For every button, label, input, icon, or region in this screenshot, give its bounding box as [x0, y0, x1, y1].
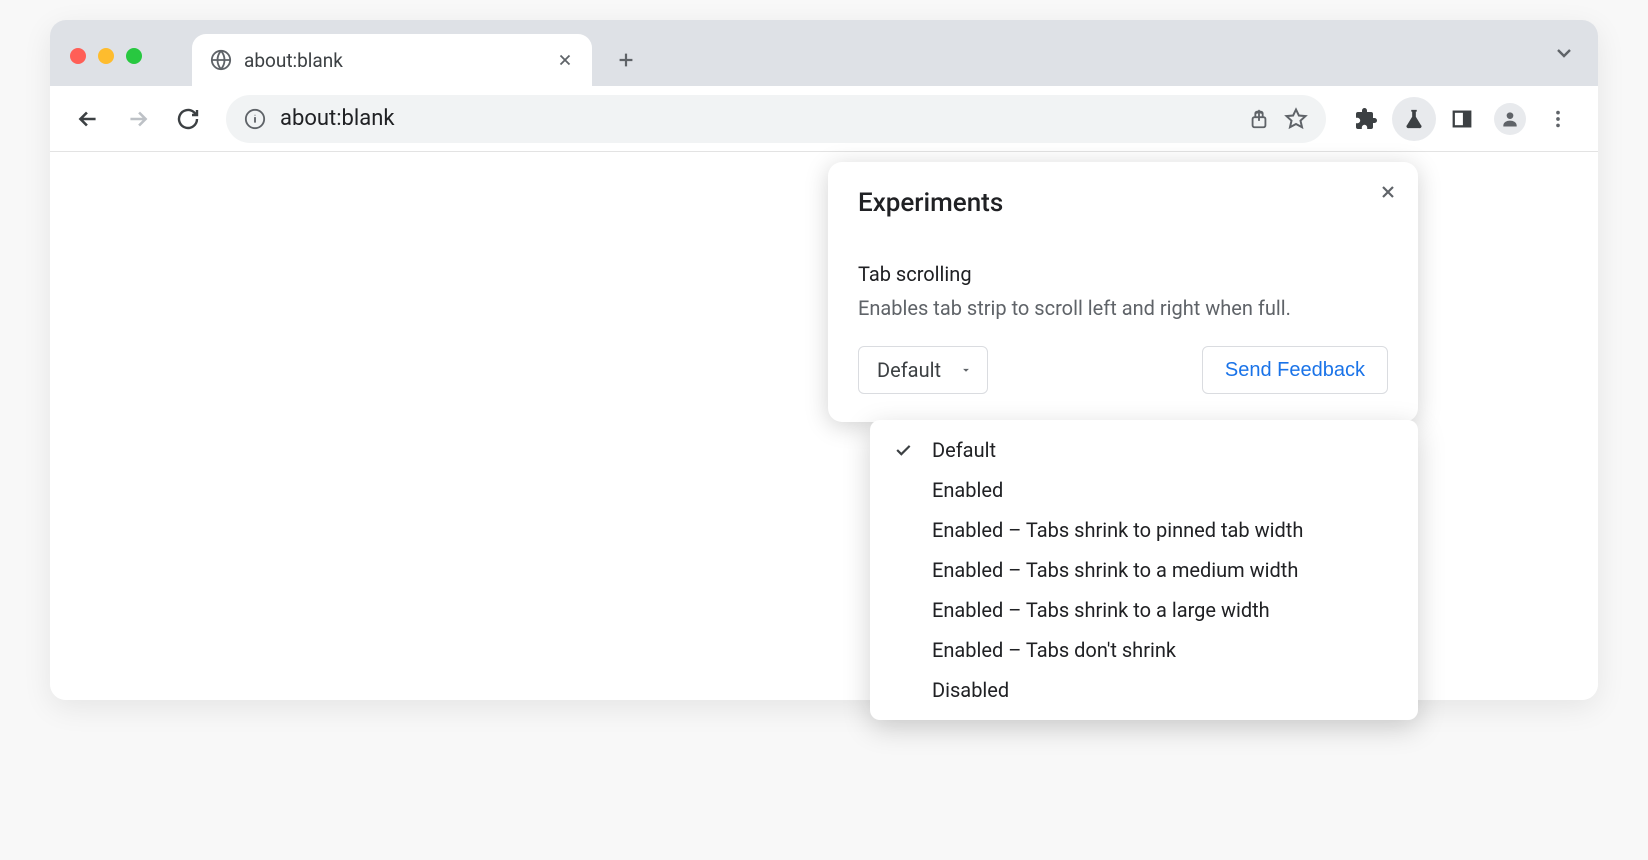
- new-tab-button[interactable]: [606, 40, 646, 80]
- window-zoom[interactable]: [126, 48, 142, 64]
- flag-description: Enables tab strip to scroll left and rig…: [858, 294, 1388, 322]
- dropdown-option-label: Default: [932, 438, 996, 462]
- dropdown-option[interactable]: Enabled – Tabs shrink to a medium width: [870, 550, 1418, 590]
- menu-button[interactable]: [1536, 97, 1580, 141]
- flag-dropdown: Default Enabled Enabled – Tabs shrink to p…: [870, 420, 1418, 720]
- browser-tab[interactable]: about:blank: [192, 34, 592, 86]
- dropdown-option[interactable]: Disabled: [870, 670, 1418, 710]
- window-close[interactable]: [70, 48, 86, 64]
- address-bar[interactable]: about:blank: [226, 95, 1326, 143]
- profile-button[interactable]: [1488, 97, 1532, 141]
- back-button[interactable]: [68, 99, 108, 139]
- toolbar: about:blank: [50, 86, 1598, 152]
- dropdown-option-label: Enabled – Tabs shrink to a large width: [932, 598, 1270, 622]
- forward-button[interactable]: [118, 99, 158, 139]
- dropdown-option[interactable]: Default: [870, 430, 1418, 470]
- select-value: Default: [877, 358, 941, 382]
- reload-button[interactable]: [168, 99, 208, 139]
- info-icon[interactable]: [244, 108, 266, 130]
- extensions-button[interactable]: [1344, 97, 1388, 141]
- url-text: about:blank: [280, 106, 1234, 131]
- dropdown-option[interactable]: Enabled – Tabs don't shrink: [870, 630, 1418, 670]
- toolbar-right: [1344, 97, 1580, 141]
- avatar-icon: [1494, 103, 1526, 135]
- dropdown-option[interactable]: Enabled – Tabs shrink to a large width: [870, 590, 1418, 630]
- dropdown-option-label: Enabled – Tabs shrink to a medium width: [932, 558, 1298, 582]
- popover-title: Experiments: [858, 188, 1388, 218]
- window-controls: [66, 48, 152, 86]
- flag-select[interactable]: Default: [858, 346, 988, 394]
- close-icon[interactable]: [556, 51, 574, 69]
- flag-controls-row: Default Send Feedback: [858, 346, 1388, 394]
- window-minimize[interactable]: [98, 48, 114, 64]
- globe-icon: [210, 49, 232, 71]
- dropdown-option-label: Enabled: [932, 478, 1003, 502]
- check-icon: [890, 440, 916, 460]
- tab-title: about:blank: [244, 49, 556, 72]
- dropdown-option[interactable]: Enabled: [870, 470, 1418, 510]
- dropdown-option-label: Enabled – Tabs shrink to pinned tab widt…: [932, 518, 1303, 542]
- star-icon[interactable]: [1284, 107, 1308, 131]
- dropdown-option-label: Disabled: [932, 678, 1009, 702]
- send-feedback-button[interactable]: Send Feedback: [1202, 346, 1388, 394]
- browser-window: about:blank about:blank: [50, 20, 1598, 700]
- share-icon[interactable]: [1248, 108, 1270, 130]
- caret-down-icon: [959, 363, 973, 377]
- experiments-popover: Experiments Tab scrolling Enables tab st…: [828, 162, 1418, 422]
- dropdown-option-label: Enabled – Tabs don't shrink: [932, 638, 1176, 662]
- tab-strip: about:blank: [50, 20, 1598, 86]
- dropdown-option[interactable]: Enabled – Tabs shrink to pinned tab widt…: [870, 510, 1418, 550]
- experiments-button[interactable]: [1392, 97, 1436, 141]
- close-icon[interactable]: [1372, 176, 1404, 208]
- chevron-down-icon[interactable]: [1552, 41, 1576, 65]
- side-panel-button[interactable]: [1440, 97, 1484, 141]
- flag-title: Tab scrolling: [858, 262, 1388, 286]
